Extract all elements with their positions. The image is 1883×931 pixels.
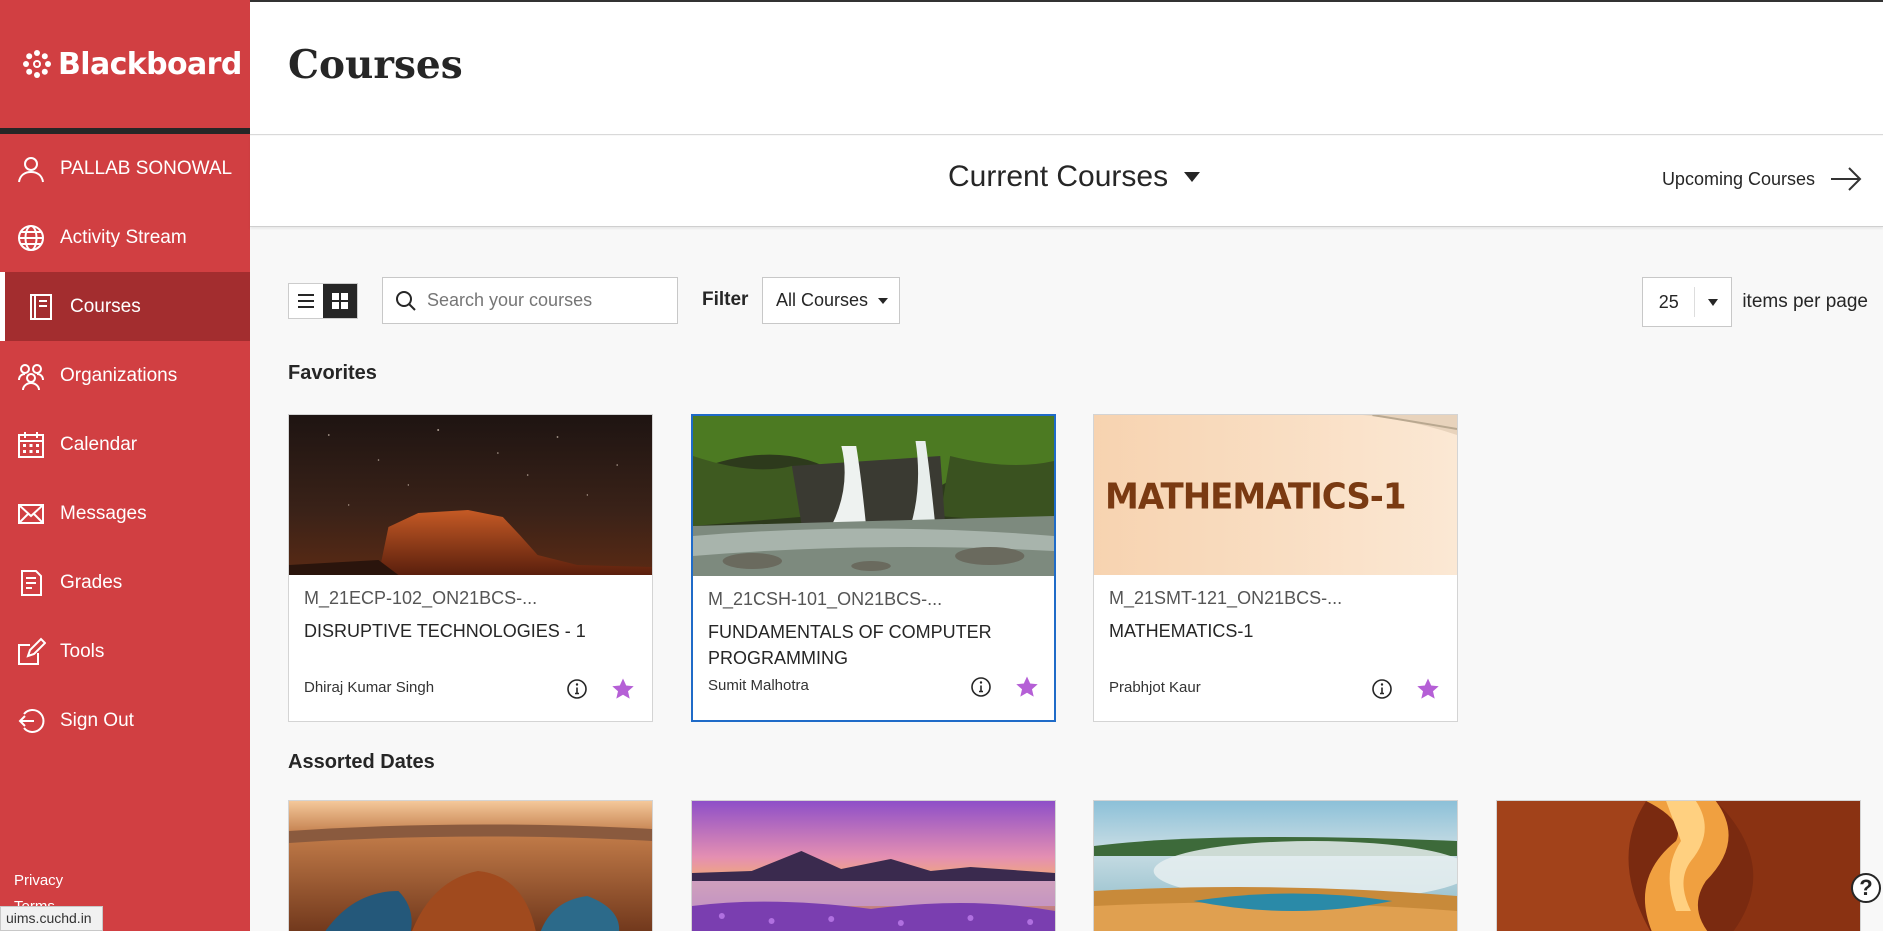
filter-label: Filter (702, 289, 749, 310)
sidebar-item-organizations[interactable]: Organizations (0, 341, 250, 410)
sign-out-icon (14, 704, 48, 738)
course-card[interactable]: MATHEMATICS-1 M_21SMT-121_ON21BCS-... MA… (1093, 414, 1458, 722)
sidebar-item-label: Organizations (60, 364, 178, 386)
sidebar-item-label: Courses (70, 295, 141, 317)
brand-logo[interactable]: Blackboard (0, 0, 250, 134)
help-button[interactable]: ? (1851, 873, 1881, 903)
sidebar-item-label: Messages (60, 502, 147, 524)
current-courses-dropdown[interactable]: Current Courses (948, 160, 1201, 194)
course-image-hot-spring (1094, 801, 1457, 931)
items-per-page-value: 25 (1643, 287, 1696, 317)
course-instructor: Prabhjot Kaur (1109, 679, 1201, 696)
sidebar-item-sign-out[interactable]: Sign Out (0, 686, 250, 755)
favorite-star-icon[interactable] (1416, 677, 1440, 701)
course-card[interactable]: M_21ECP-102_ON21BCS-... DISRUPTIVE TECHN… (288, 414, 653, 722)
filter-value: All Courses (776, 290, 869, 310)
assorted-dates-heading: Assorted Dates (288, 751, 435, 773)
calendar-icon (14, 428, 48, 462)
course-card[interactable] (288, 800, 653, 931)
course-image-night-mesa (289, 415, 652, 575)
course-instructor: Dhiraj Kumar Singh (304, 679, 435, 696)
caret-down-icon (1695, 298, 1731, 306)
upcoming-label: Upcoming Courses (1661, 168, 1815, 189)
course-id: M_21CSH-101_ON21BCS-... (708, 589, 943, 609)
sidebar-item-label: Grades (60, 571, 123, 593)
courses-icon (24, 290, 58, 324)
sidebar-item-label: Tools (60, 640, 105, 662)
sidebar-item-label: PALLAB SONOWAL (60, 157, 233, 179)
search-input[interactable] (427, 290, 667, 311)
sidebar-item-calendar[interactable]: Calendar (0, 410, 250, 479)
items-per-page-dropdown[interactable]: 25 (1642, 277, 1733, 327)
term-label: Current Courses (948, 160, 1169, 193)
envelope-icon (14, 497, 48, 531)
items-per-page: 25 items per page (1642, 277, 1868, 327)
course-image-waterfall (693, 416, 1054, 576)
search-icon (396, 290, 416, 311)
favorite-star-icon[interactable] (1015, 675, 1039, 699)
upcoming-courses-link[interactable]: Upcoming Courses (1662, 162, 1863, 196)
sidebar-item-messages[interactable]: Messages (0, 479, 250, 548)
course-id: M_21ECP-102_ON21BCS-... (304, 588, 538, 608)
organizations-icon (14, 359, 48, 393)
favorite-star-icon[interactable] (611, 677, 635, 701)
grid-icon (332, 293, 348, 309)
globe-icon (14, 221, 48, 255)
course-toolbar: Filter All Courses 25 items per page (288, 277, 1868, 327)
course-card[interactable]: M_21CSH-101_ON21BCS-... FUNDAMENTALS OF … (691, 414, 1056, 722)
info-icon[interactable] (970, 676, 992, 698)
course-image-canyon-river (289, 801, 652, 931)
page-title: Courses (288, 42, 463, 88)
course-id: M_21SMT-121_ON21BCS-... (1109, 588, 1343, 608)
arrow-right-icon (1831, 167, 1862, 191)
status-url-tooltip: uims.cuchd.in (0, 906, 103, 931)
grid-view-button[interactable] (323, 284, 357, 318)
sidebar-nav: PALLAB SONOWAL Activity Stream Courses O… (0, 134, 250, 755)
grades-icon (14, 566, 48, 600)
filter-dropdown[interactable]: All Courses (762, 277, 900, 324)
course-image-purple-lake (692, 801, 1055, 931)
course-card[interactable] (691, 800, 1056, 931)
info-icon[interactable] (566, 678, 588, 700)
privacy-link[interactable]: Privacy (14, 868, 63, 894)
list-view-button[interactable] (289, 284, 323, 318)
course-image-mathematics-banner: MATHEMATICS-1 (1094, 415, 1457, 575)
info-icon[interactable] (1371, 678, 1393, 700)
sidebar-item-grades[interactable]: Grades (0, 548, 250, 617)
main-content: Courses Current Courses Upcoming Courses (250, 0, 1883, 931)
favorites-heading: Favorites (288, 362, 377, 384)
course-card[interactable] (1496, 800, 1861, 931)
app-root: Blackboard PALLAB SONOWAL Activity Strea… (0, 0, 1883, 931)
sidebar-item-label: Activity Stream (60, 226, 187, 248)
search-box (382, 277, 678, 324)
user-icon (14, 152, 48, 186)
course-instructor: Sumit Malhotra (708, 677, 809, 694)
course-name: FUNDAMENTALS OF COMPUTER PROGRAMMING (708, 622, 992, 668)
tools-icon (14, 635, 48, 669)
term-bar: Current Courses Upcoming Courses (250, 136, 1883, 227)
caret-down-icon (878, 297, 889, 304)
sidebar-item-label: Calendar (60, 433, 138, 455)
blackboard-logo-icon (23, 50, 51, 78)
page-header: Courses (250, 2, 1883, 135)
sidebar: Blackboard PALLAB SONOWAL Activity Strea… (0, 0, 250, 931)
caret-down-icon (1184, 172, 1201, 182)
sidebar-item-user[interactable]: PALLAB SONOWAL (0, 134, 250, 203)
course-name: MATHEMATICS-1 (1109, 621, 1254, 641)
course-banner-text: MATHEMATICS-1 (1105, 476, 1407, 518)
view-toggle (288, 283, 358, 319)
course-card[interactable] (1093, 800, 1458, 931)
sidebar-item-courses[interactable]: Courses (0, 272, 250, 341)
course-image-slot-canyon (1497, 801, 1860, 931)
brand-name: Blackboard (58, 46, 242, 82)
sidebar-item-label: Sign Out (60, 709, 134, 731)
course-name: DISRUPTIVE TECHNOLOGIES - 1 (304, 621, 586, 641)
list-icon (298, 294, 314, 308)
sidebar-item-activity-stream[interactable]: Activity Stream (0, 203, 250, 272)
sidebar-item-tools[interactable]: Tools (0, 617, 250, 686)
items-per-page-label: items per page (1742, 291, 1868, 312)
